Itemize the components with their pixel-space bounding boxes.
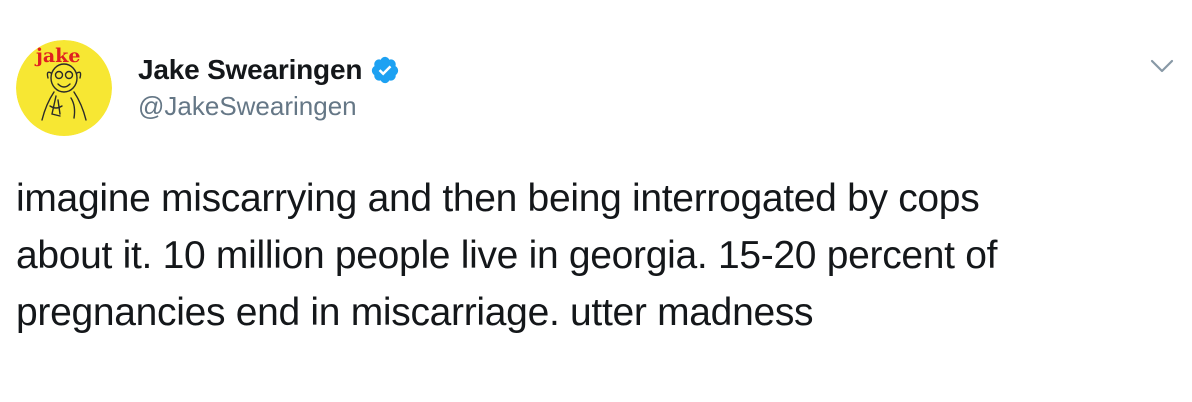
tweet-text: imagine miscarrying and then being inter… [16, 170, 1176, 341]
avatar-logo-text: jake [34, 45, 80, 67]
tweet-text-line: pregnancies end in miscarriage. utter ma… [16, 291, 814, 334]
author-name-row: Jake Swearingen [138, 52, 400, 88]
tweet-text-line: imagine miscarrying and then being inter… [16, 177, 980, 220]
tweet-text-line: about it. 10 million people live in geor… [16, 234, 998, 277]
user-handle[interactable]: @JakeSwearingen [138, 88, 357, 124]
avatar[interactable]: jake [16, 40, 112, 136]
avatar-image: jake [16, 40, 112, 136]
tweet-card: jake Jake Swearingen @JakeSwearingen ima… [0, 0, 1192, 402]
verified-badge-icon [370, 55, 400, 85]
display-name[interactable]: Jake Swearingen [138, 52, 362, 88]
chevron-down-icon[interactable] [1148, 52, 1176, 80]
